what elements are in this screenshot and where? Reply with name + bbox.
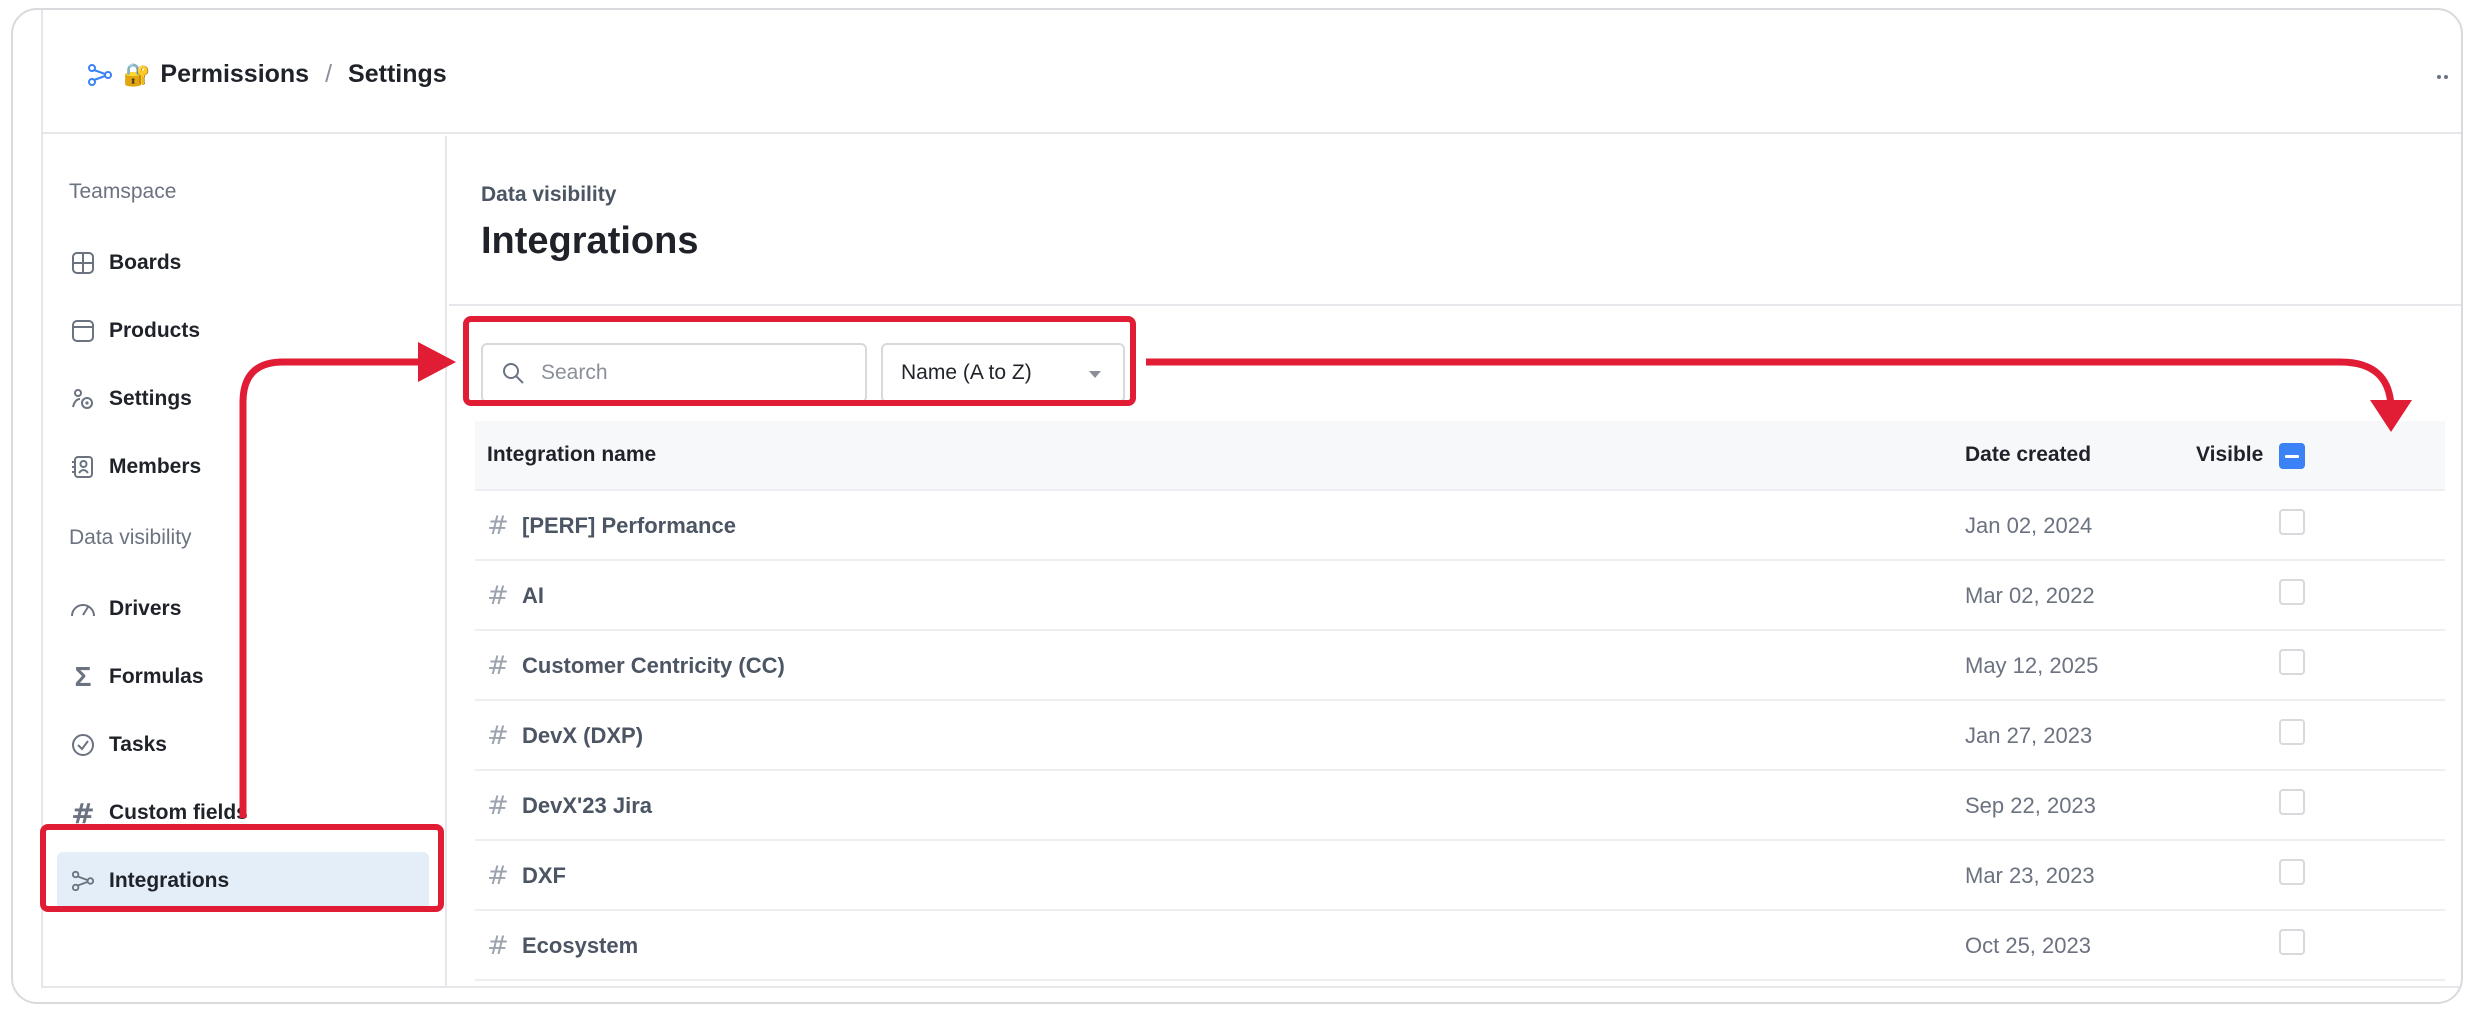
date-created: Oct 25, 2023 bbox=[1965, 933, 2091, 958]
date-created: Mar 02, 2022 bbox=[1965, 583, 2095, 608]
sidebar-item-settings[interactable]: Settings bbox=[57, 370, 437, 428]
lock-emoji-icon: 🔐 bbox=[123, 61, 151, 87]
members-icon bbox=[69, 453, 97, 481]
visible-checkbox[interactable] bbox=[2279, 579, 2305, 605]
integration-name: AI bbox=[522, 583, 544, 608]
hash-icon: # bbox=[71, 796, 95, 830]
table-row[interactable]: # Customer Centricity (CC) May 12, 2025 bbox=[475, 631, 2445, 701]
hash-icon: # bbox=[487, 861, 509, 891]
column-header-visible: Visible bbox=[2196, 443, 2264, 466]
sidebar-item-label: Boards bbox=[109, 251, 182, 274]
table-row[interactable]: # AI Mar 02, 2022 bbox=[475, 561, 2445, 631]
integrations-table: Integration name Date created Visible # … bbox=[475, 421, 2445, 981]
column-header-name[interactable]: Integration name bbox=[487, 443, 656, 467]
sidebar: Teamspace Boards Products Settings Membe… bbox=[43, 136, 447, 986]
table-row[interactable]: # DXF Mar 23, 2023 bbox=[475, 841, 2445, 911]
search-icon bbox=[503, 363, 524, 384]
sidebar-item-label: Members bbox=[109, 455, 202, 478]
sidebar-item-label: Drivers bbox=[109, 597, 182, 620]
date-created: Jan 02, 2024 bbox=[1965, 513, 2093, 538]
sigma-icon: Σ bbox=[74, 661, 92, 692]
sidebar-item-label: Integrations bbox=[109, 869, 230, 892]
integrations-graph-icon bbox=[88, 63, 112, 86]
sidebar-item-label: Custom fields bbox=[109, 801, 248, 824]
hash-icon: # bbox=[487, 931, 509, 961]
table-row[interactable]: # [PERF] Performance Jan 02, 2024 bbox=[475, 491, 2445, 561]
hash-icon: # bbox=[487, 581, 509, 611]
main-content: Data visibility Integrations Name (A to … bbox=[449, 136, 2461, 986]
sidebar-item-formulas[interactable]: Σ Formulas bbox=[57, 648, 437, 706]
breadcrumb-settings[interactable]: Settings bbox=[348, 60, 447, 89]
sidebar-item-custom-fields[interactable]: # Custom fields bbox=[57, 784, 437, 842]
table-header: Integration name Date created Visible bbox=[475, 421, 2445, 491]
more-dots-icon[interactable] bbox=[2437, 66, 2455, 79]
table-row[interactable]: # DevX (DXP) Jan 27, 2023 bbox=[475, 701, 2445, 771]
visible-checkbox[interactable] bbox=[2279, 719, 2305, 745]
table-row[interactable]: # DevX'23 Jira Sep 22, 2023 bbox=[475, 771, 2445, 841]
sidebar-item-boards[interactable]: Boards bbox=[57, 234, 437, 292]
page-header: 🔐 Permissions / Settings bbox=[43, 10, 2461, 134]
settings-icon bbox=[69, 385, 97, 413]
search-input[interactable] bbox=[541, 361, 841, 385]
sidebar-item-label: Tasks bbox=[109, 733, 167, 756]
sidebar-item-label: Products bbox=[109, 319, 201, 342]
breadcrumb: 🔐 Permissions / Settings bbox=[87, 60, 447, 89]
page-eyebrow: Data visibility bbox=[481, 183, 617, 206]
column-header-date[interactable]: Date created bbox=[1965, 443, 2091, 467]
sidebar-section-teamspace: Teamspace bbox=[69, 180, 177, 203]
sidebar-item-products[interactable]: Products bbox=[57, 302, 437, 360]
sort-selected-label: Name (A to Z) bbox=[901, 361, 1032, 384]
breadcrumb-permissions[interactable]: Permissions bbox=[160, 60, 309, 89]
grid-icon bbox=[69, 249, 97, 277]
visible-checkbox[interactable] bbox=[2279, 649, 2305, 675]
visible-checkbox[interactable] bbox=[2279, 509, 2305, 535]
window-icon bbox=[69, 317, 97, 345]
date-created: Sep 22, 2023 bbox=[1965, 793, 2096, 818]
sidebar-item-drivers[interactable]: Drivers bbox=[57, 580, 437, 638]
app: 🔐 Permissions / Settings Teamspace Board… bbox=[41, 10, 2461, 988]
visible-checkbox[interactable] bbox=[2279, 789, 2305, 815]
divider bbox=[449, 304, 2461, 306]
visible-checkbox[interactable] bbox=[2279, 929, 2305, 955]
sidebar-item-integrations[interactable]: Integrations bbox=[57, 852, 429, 910]
integration-name: DXF bbox=[522, 863, 566, 888]
table-row[interactable]: # Ecosystem Oct 25, 2023 bbox=[475, 911, 2445, 981]
sidebar-section-data-visibility: Data visibility bbox=[69, 526, 192, 549]
hash-icon: # bbox=[487, 511, 509, 541]
hash-icon: # bbox=[487, 721, 509, 751]
select-all-checkbox[interactable] bbox=[2279, 443, 2305, 469]
hash-icon: # bbox=[487, 791, 509, 821]
integration-name: Customer Centricity (CC) bbox=[522, 653, 785, 678]
page-title: Integrations bbox=[481, 220, 699, 262]
window-frame: 🔐 Permissions / Settings Teamspace Board… bbox=[11, 8, 2463, 1004]
sidebar-item-tasks[interactable]: Tasks bbox=[57, 716, 437, 774]
integrations-icon bbox=[69, 867, 97, 895]
sort-dropdown[interactable]: Name (A to Z) bbox=[881, 343, 1125, 403]
gauge-icon bbox=[69, 595, 97, 623]
integration-name: DevX (DXP) bbox=[522, 723, 644, 748]
date-created: Mar 23, 2023 bbox=[1965, 863, 2095, 888]
date-created: Jan 27, 2023 bbox=[1965, 723, 2093, 748]
integration-name: DevX'23 Jira bbox=[522, 793, 652, 818]
integration-name: [PERF] Performance bbox=[522, 513, 736, 538]
breadcrumb-separator: / bbox=[325, 60, 333, 88]
sidebar-item-members[interactable]: Members bbox=[57, 438, 437, 496]
sidebar-item-label: Formulas bbox=[109, 665, 204, 688]
date-created: May 12, 2025 bbox=[1965, 653, 2099, 678]
check-circle-icon bbox=[69, 731, 97, 759]
chevron-down-icon bbox=[1089, 371, 1101, 378]
integration-name: Ecosystem bbox=[522, 933, 639, 958]
visible-checkbox[interactable] bbox=[2279, 859, 2305, 885]
sidebar-item-label: Settings bbox=[109, 387, 192, 410]
search-box[interactable] bbox=[481, 343, 867, 403]
hash-icon: # bbox=[487, 651, 509, 681]
